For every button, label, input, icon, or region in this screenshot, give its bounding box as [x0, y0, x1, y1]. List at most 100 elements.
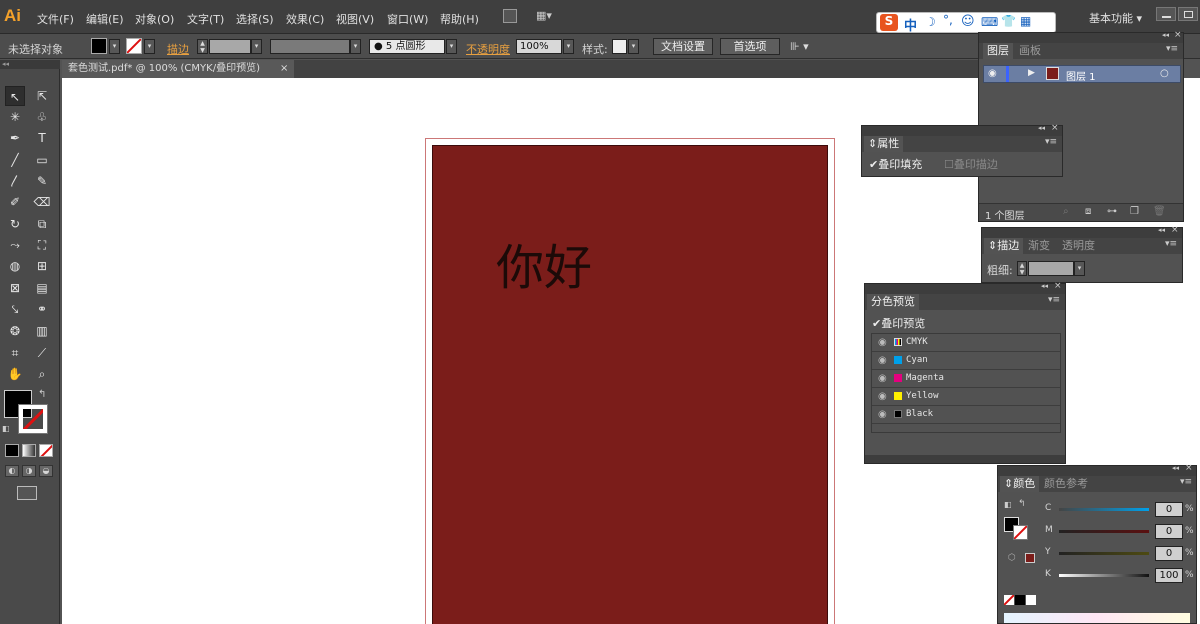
type-tool-icon[interactable]: T: [32, 128, 52, 148]
rotate-tool-icon[interactable]: ↻: [5, 214, 25, 234]
pen-tool-icon[interactable]: ✒: [5, 128, 25, 148]
eye-icon[interactable]: ◉: [988, 68, 997, 79]
overprint-preview-checkbox[interactable]: ✔叠印预览: [872, 315, 925, 331]
minimize-button[interactable]: [1156, 7, 1176, 21]
brush-definition[interactable]: ● 5 点圆形: [369, 39, 445, 54]
yellow-value[interactable]: 0: [1155, 546, 1183, 561]
close-tab-icon[interactable]: ×: [280, 60, 288, 78]
stroke-close-icon[interactable]: ×: [1171, 225, 1179, 235]
direct-selection-tool-icon[interactable]: ⇱: [32, 86, 52, 106]
color-stroke-box[interactable]: [1013, 525, 1028, 540]
keyboard-icon[interactable]: ⌨: [981, 15, 998, 29]
slice-tool-icon[interactable]: ⟋: [32, 343, 52, 363]
layer-row[interactable]: ◉ ▶ 图层 1 ○: [983, 65, 1181, 83]
panel-resize-grip[interactable]: [865, 455, 1065, 463]
skin-icon[interactable]: 👕: [1001, 14, 1016, 28]
stroke-collapse-icon[interactable]: ◂◂: [1158, 226, 1165, 234]
black-slider[interactable]: [1059, 574, 1149, 577]
emoji-icon[interactable]: ☺: [961, 14, 975, 29]
menu-view[interactable]: 视图(V): [336, 11, 374, 27]
selection-tool-icon[interactable]: ↖: [5, 86, 25, 106]
opacity-dropdown[interactable]: ▾: [563, 39, 574, 54]
swap-fill-stroke-icon[interactable]: ↰: [1018, 499, 1026, 509]
none-color-swatch[interactable]: [1004, 595, 1014, 605]
separations-collapse-icon[interactable]: ◂◂: [1041, 282, 1048, 290]
make-clipping-mask-icon[interactable]: ⧈: [1085, 206, 1091, 217]
draw-normal-icon[interactable]: ◐: [5, 465, 19, 477]
align-menu-icon[interactable]: ⊪ ▾: [790, 40, 809, 53]
locate-object-icon[interactable]: ⌕: [1063, 206, 1069, 217]
eyedropper-tool-icon[interactable]: ⤥: [5, 299, 25, 319]
free-transform-tool-icon[interactable]: ⛶: [32, 235, 52, 255]
variable-width-dropdown[interactable]: ▾: [350, 39, 361, 54]
layers-panel-titlebar[interactable]: ◂◂ ×: [979, 30, 1183, 43]
stroke-none-swatch[interactable]: [126, 38, 142, 54]
stroke-titlebar[interactable]: ◂◂ ×: [982, 225, 1182, 238]
gradient-tool-icon[interactable]: ▤: [32, 278, 52, 298]
default-fill-stroke-icon[interactable]: ◧: [1004, 500, 1012, 509]
color-titlebar[interactable]: ◂◂ ×: [998, 463, 1196, 476]
attributes-menu-icon[interactable]: ▾≡: [1045, 137, 1057, 147]
graphic-style-swatch[interactable]: [612, 39, 627, 54]
stroke-weight-stepper[interactable]: ▲ ▼: [197, 39, 208, 54]
toolbox-icon[interactable]: ▦: [1020, 14, 1031, 28]
preferences-button[interactable]: 首选项: [720, 38, 780, 55]
ink-row[interactable]: ◉ Cyan: [872, 352, 1060, 370]
ink-row[interactable]: ◉ CMYK: [872, 334, 1060, 352]
separations-titlebar[interactable]: ◂◂ ×: [865, 281, 1065, 294]
perspective-grid-tool-icon[interactable]: ⊞: [32, 256, 52, 276]
menu-object[interactable]: 对象(O): [135, 11, 174, 27]
separations-close-icon[interactable]: ×: [1054, 281, 1062, 291]
stroke-weight-dropdown[interactable]: ▾: [251, 39, 262, 54]
document-tab[interactable]: 套色测试.pdf* @ 100% (CMYK/叠印预览) ×: [62, 60, 294, 78]
new-sublayer-icon[interactable]: ⊶: [1107, 206, 1117, 217]
variable-width-profile[interactable]: [270, 39, 350, 54]
artwork-rectangle[interactable]: [432, 145, 828, 624]
color-collapse-icon[interactable]: ◂◂: [1172, 464, 1179, 472]
maximize-button[interactable]: [1178, 7, 1198, 21]
black-value[interactable]: 100: [1155, 568, 1183, 583]
hand-tool-icon[interactable]: ✋: [5, 364, 25, 384]
menu-help[interactable]: 帮助(H): [440, 11, 479, 27]
pencil-tool-icon[interactable]: ✎: [32, 171, 52, 191]
layer-name[interactable]: 图层 1: [1066, 68, 1096, 83]
tab-separations-preview[interactable]: 分色预览: [867, 294, 919, 310]
artwork-text[interactable]: 你好: [496, 228, 592, 298]
collapse-icon[interactable]: ◂◂: [1162, 31, 1169, 39]
color-mode-icon[interactable]: [5, 444, 19, 457]
zoom-tool-icon[interactable]: ⌕: [32, 364, 52, 384]
tab-layers[interactable]: 图层: [983, 43, 1013, 59]
scale-tool-icon[interactable]: ⧉: [32, 214, 52, 234]
paintbrush-tool-icon[interactable]: 〳: [5, 171, 25, 191]
overprint-stroke-checkbox[interactable]: ☐叠印描边: [944, 156, 998, 172]
ime-chinese-mode[interactable]: 中: [904, 15, 917, 34]
swap-colors-icon[interactable]: ↰: [38, 389, 46, 400]
ime-toolbar[interactable]: S 中 ☽ °, ☺ ⌨ 👕 ▦: [876, 12, 1056, 34]
stroke-color-box[interactable]: [18, 404, 48, 434]
attributes-titlebar[interactable]: ◂◂ ×: [862, 123, 1062, 136]
eraser-tool-icon[interactable]: ⌫: [32, 192, 52, 212]
document-setup-button[interactable]: 文档设置: [653, 38, 713, 55]
graph-tool-icon[interactable]: ▥: [32, 321, 52, 341]
color-close-icon[interactable]: ×: [1185, 463, 1193, 473]
fill-dropdown[interactable]: ▾: [109, 39, 120, 54]
opacity-field[interactable]: 100%: [516, 39, 562, 54]
workspace-switcher[interactable]: 基本功能 ▾: [1089, 10, 1142, 26]
rectangle-tool-icon[interactable]: ▭: [32, 150, 52, 170]
punctuation-icon[interactable]: °,: [943, 13, 953, 27]
separations-menu-icon[interactable]: ▾≡: [1048, 295, 1060, 305]
symbol-sprayer-tool-icon[interactable]: ❂: [5, 321, 25, 341]
target-icon[interactable]: ○: [1160, 68, 1169, 79]
tab-color[interactable]: ⇕颜色: [1000, 476, 1040, 492]
stroke-swatch-dropdown[interactable]: ▾: [144, 39, 155, 54]
lasso-tool-icon[interactable]: ♧: [32, 107, 52, 127]
line-tool-icon[interactable]: ╱: [5, 150, 25, 170]
ink-row[interactable]: ◉ Black: [872, 406, 1060, 424]
ink-eye-icon[interactable]: ◉: [878, 409, 887, 420]
warp-tool-icon[interactable]: ⤳: [5, 235, 25, 255]
default-colors-icon[interactable]: ◧: [2, 424, 10, 433]
new-layer-icon[interactable]: ❐: [1130, 206, 1139, 217]
yellow-slider[interactable]: [1059, 552, 1149, 555]
color-spectrum[interactable]: [1004, 613, 1190, 623]
overprint-fill-checkbox[interactable]: ✔叠印填充: [869, 156, 922, 172]
